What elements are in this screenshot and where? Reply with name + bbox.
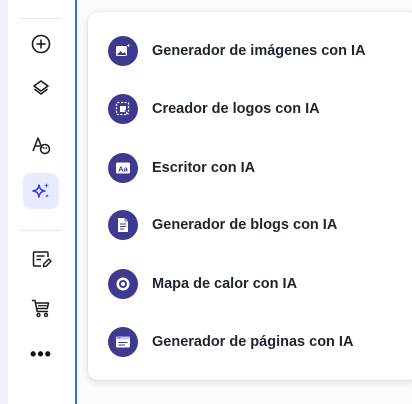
text-writer-icon: Aa (108, 153, 138, 183)
menu-item-image-generator[interactable]: Generador de imágenes con IA (108, 35, 408, 67)
menu-item-page-generator[interactable]: Generador de páginas con IA (108, 326, 408, 358)
layers-button[interactable] (23, 70, 59, 106)
page-generator-icon (108, 327, 138, 357)
menu-item-label: Generador de blogs con IA (152, 217, 338, 233)
menu-item-logo-creator[interactable]: Creador de logos con IA (108, 93, 408, 125)
menu-item-blog-generator[interactable]: Generador de blogs con IA (108, 209, 408, 241)
store-button[interactable] (23, 290, 59, 326)
ai-sparkle-icon (32, 183, 49, 198)
more-button[interactable]: ••• (23, 336, 59, 372)
add-circle-icon (31, 34, 51, 54)
edit-note-icon (32, 251, 52, 268)
menu-item-label: Creador de logos con IA (152, 101, 320, 117)
menu-item-text-writer[interactable]: Aa Escritor con IA (108, 152, 408, 184)
menu-item-label: Escritor con IA (152, 160, 256, 176)
forms-button[interactable] (23, 241, 59, 277)
add-element-button[interactable] (23, 26, 59, 62)
layers-icon (33, 80, 49, 95)
theme-styles-button[interactable] (23, 127, 59, 163)
menu-item-label: Mapa de calor con IA (152, 276, 298, 292)
more-icon: ••• (30, 344, 52, 364)
menu-item-label: Generador de páginas con IA (152, 334, 354, 350)
shopping-cart-icon (31, 299, 50, 318)
blog-generator-icon (108, 210, 138, 240)
typography-palette-icon (32, 137, 51, 155)
ai-tools-menu: Generador de imágenes con IA Creador de … (88, 12, 412, 380)
image-generator-icon (108, 36, 138, 66)
menu-item-label: Generador de imágenes con IA (152, 43, 366, 59)
svg-text:Aa: Aa (118, 164, 128, 173)
ai-tools-button[interactable] (23, 173, 59, 209)
sidebar-rail: ••• (8, 0, 74, 404)
logo-creator-icon (108, 94, 138, 124)
rail-divider-middle (20, 230, 62, 231)
menu-item-heatmap[interactable]: Mapa de calor con IA (108, 268, 408, 300)
panel-edge-accent (75, 0, 77, 404)
rail-divider-top (20, 18, 62, 19)
heatmap-icon (108, 269, 138, 299)
